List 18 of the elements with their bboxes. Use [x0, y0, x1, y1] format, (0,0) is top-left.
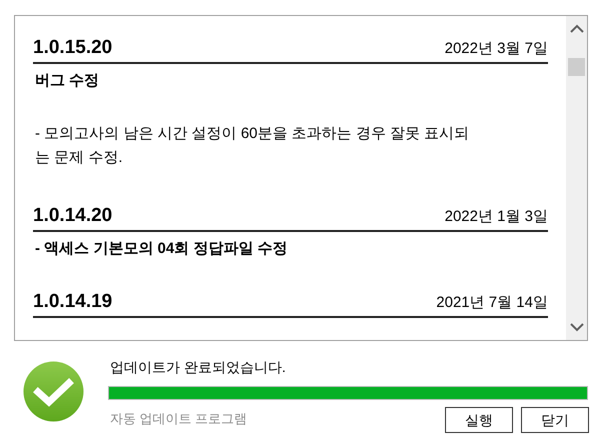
scroll-up-icon[interactable] [570, 24, 584, 34]
note-text: - 모의고사의 남은 시간 설정이 60분을 초과하는 경우 잘못 표시되는 문제 수정. [35, 124, 470, 168]
version-number: 1.0.14.19 [33, 290, 112, 314]
app-name: 자동 업데이트 프로그램 [110, 410, 248, 428]
scrollbar[interactable] [566, 16, 587, 340]
note-heading: - 액세스 기본모의 04회 정답파일 수정 [35, 239, 289, 259]
note-heading: 버그 수정 [35, 71, 100, 91]
version-number: 1.0.14.20 [33, 204, 112, 228]
release-date: 2021년 7월 14일 [436, 293, 548, 313]
status-message: 업데이트가 완료되었습니다. [110, 358, 286, 377]
scroll-down-icon[interactable] [570, 322, 584, 332]
scroll-thumb[interactable] [568, 58, 585, 76]
release-date: 2022년 3월 7일 [444, 39, 548, 59]
success-check-icon [23, 361, 84, 422]
version-number: 1.0.15.20 [33, 36, 112, 60]
dialog-button[interactable]: 실행 [445, 407, 513, 433]
release-date: 2022년 1월 3일 [444, 207, 548, 227]
dialog-button[interactable]: 닫기 [521, 407, 589, 433]
